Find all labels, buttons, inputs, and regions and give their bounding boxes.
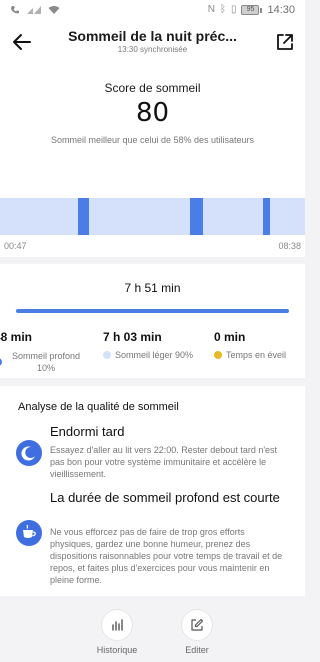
coffee-cup-icon (16, 520, 42, 546)
app-header: Sommeil de la nuit préc... 13:30 synchro… (0, 22, 305, 62)
vibrate-icon: ▯ (230, 4, 237, 15)
wifi-icon (48, 6, 60, 14)
battery-level: 95 (241, 5, 260, 15)
edit-icon (191, 618, 204, 631)
back-button[interactable] (10, 30, 34, 54)
total-sleep-duration: 7 h 51 min (124, 281, 181, 295)
sleep-duration-bar (16, 309, 289, 313)
deep-sleep-segment (190, 198, 203, 235)
nfc-icon: N (207, 4, 215, 15)
bottom-action-bar: Historique Editer (0, 600, 305, 662)
light-sleep-duration: 7 h 03 min (103, 330, 162, 344)
page-title: Sommeil de la nuit préc... (68, 28, 237, 44)
deep-sleep-segment (78, 198, 89, 235)
timeline-start-time: 00:47 (4, 241, 27, 251)
analysis-item-body: Essayez d'aller au lit vers 22:00. Reste… (50, 445, 278, 479)
share-button[interactable] (275, 32, 295, 52)
light-sleep-label: Sommeil léger 90% (115, 350, 194, 360)
analysis-item-body: Ne vous efforcez pas de faire de trop gr… (50, 527, 283, 585)
awake-duration: 0 min (214, 330, 246, 344)
timeline-end-time: 08:38 (278, 241, 301, 251)
battery-icon: 95 (241, 5, 263, 15)
bar-chart-icon (112, 619, 123, 631)
status-left (10, 5, 60, 15)
edit-button[interactable]: Editer (167, 610, 227, 655)
deep-sleep-dot (0, 358, 2, 366)
stage-light-sleep: 7 h 03 min Sommeil léger 90% (103, 330, 193, 360)
stage-deep-sleep: 48 min Sommeil profond 10% (0, 330, 86, 374)
bluetooth-icon: ᛒ (219, 4, 226, 15)
edit-label: Editer (185, 645, 209, 655)
light-sleep-dot (103, 351, 111, 359)
status-right: N ᛒ ▯ 95 14:30 (208, 4, 295, 16)
score-value: 80 (135, 98, 170, 128)
deep-sleep-segment (263, 198, 270, 235)
awake-dot (214, 351, 222, 359)
sleep-timeline[interactable] (0, 198, 305, 235)
history-label: Historique (96, 645, 138, 655)
analysis-item-heading: Endormi tard (50, 424, 125, 439)
deep-sleep-label: Sommeil profond 10% (11, 351, 81, 373)
signal-icon (27, 6, 41, 14)
sleep-duration-card: 7 h 51 min 48 min Sommeil profond 10% 7 … (0, 264, 305, 378)
deep-sleep-duration: 48 min (0, 330, 33, 344)
moon-icon (16, 440, 42, 466)
score-label: Score de sommeil (104, 81, 201, 95)
status-bar: N ᛒ ▯ 95 14:30 (0, 0, 305, 22)
score-comparison: Sommeil meilleur que celui de 58% des ut… (50, 135, 255, 145)
analysis-item[interactable]: La durée de sommeil profond est courte N… (0, 490, 305, 590)
sleep-score-card: Score de sommeil 80 Sommeil meilleur que… (0, 62, 305, 257)
arrow-left-icon (13, 34, 31, 50)
analysis-item[interactable]: Endormi tard Essayez d'aller au lit vers… (0, 424, 305, 488)
analysis-title: Analyse de la qualité de sommeil (18, 401, 179, 413)
sleep-analysis-card: Analyse de la qualité de sommeil Endormi… (0, 386, 305, 596)
stage-awake: 0 min Temps en éveil (214, 330, 286, 360)
sync-status: 13:30 synchronisée (117, 45, 188, 54)
share-icon (277, 34, 293, 50)
awake-label: Temps en éveil (226, 350, 287, 360)
history-button[interactable]: Historique (87, 610, 147, 655)
analysis-item-heading: La durée de sommeil profond est courte (50, 490, 280, 505)
phone-call-icon (11, 6, 19, 14)
status-clock: 14:30 (267, 4, 295, 16)
